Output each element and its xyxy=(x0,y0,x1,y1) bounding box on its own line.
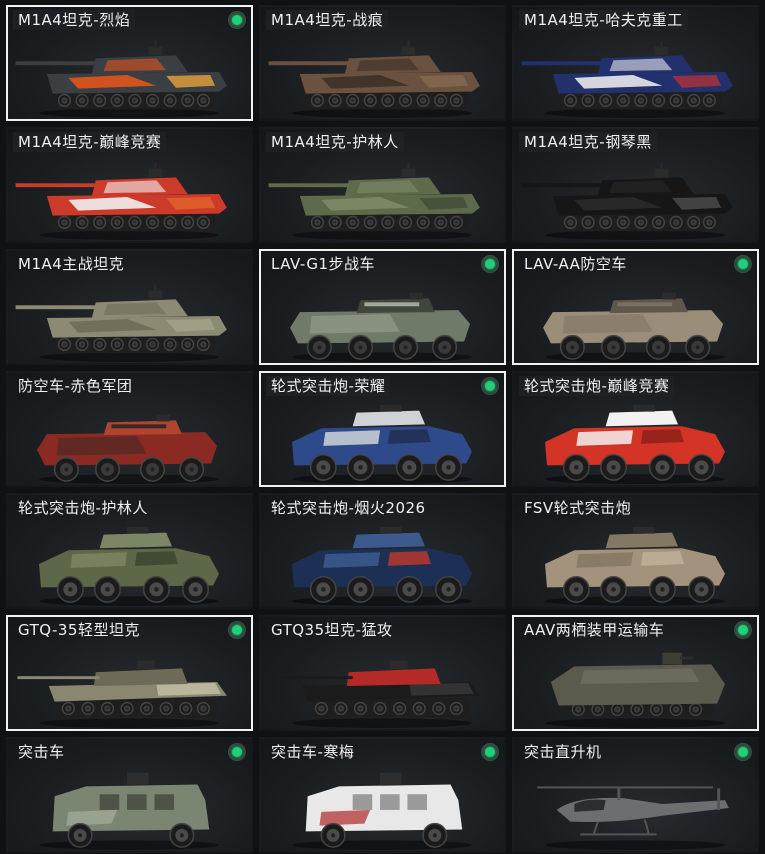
vehicle-name: 防空车-赤色军团 xyxy=(18,377,133,395)
vehicle-card[interactable]: 突击直升机 xyxy=(512,737,759,853)
vehicle-image xyxy=(545,652,726,729)
status-indicator-icon xyxy=(482,744,498,760)
vehicle-card[interactable]: LAV-AA防空车 xyxy=(512,249,759,365)
vehicle-image xyxy=(268,40,480,119)
vehicle-image xyxy=(15,284,227,363)
vehicle-card[interactable]: M1A4坦克-战痕 xyxy=(259,5,506,121)
vehicle-name: GTQ-35轻型坦克 xyxy=(18,621,140,639)
vehicle-card[interactable]: 轮式突击炮-荣耀 xyxy=(259,371,506,487)
vehicle-name: 突击直升机 xyxy=(524,743,602,761)
vehicle-card[interactable]: M1A4坦克-烈焰 xyxy=(6,5,253,121)
status-indicator-icon xyxy=(229,12,245,28)
vehicle-image xyxy=(292,526,473,607)
vehicle-name: 轮式突击炮-烟火2026 xyxy=(271,499,426,517)
vehicle-card[interactable]: AAV两栖装甲运输车 xyxy=(512,615,759,731)
vehicle-name: M1A4坦克-哈夫克重工 xyxy=(519,10,688,30)
vehicle-image xyxy=(545,404,726,485)
status-indicator-icon xyxy=(229,744,245,760)
vehicle-card[interactable]: 轮式突击炮-护林人 xyxy=(6,493,253,609)
vehicle-name: LAV-G1步战车 xyxy=(271,255,376,273)
vehicle-name: 突击车 xyxy=(18,743,65,761)
vehicle-grid: M1A4坦克-烈焰 M1A4坦克-战痕 M1A4坦克-哈夫克重工 M1A4坦克-巅峰竞… xyxy=(0,0,765,854)
vehicle-card[interactable]: LAV-G1步战车 xyxy=(259,249,506,365)
vehicle-card[interactable]: 防空车-赤色军团 xyxy=(6,371,253,487)
vehicle-name: FSV轮式突击炮 xyxy=(524,499,632,517)
status-indicator-icon xyxy=(482,378,498,394)
vehicle-card[interactable]: M1A4坦克-钢琴黑 xyxy=(512,127,759,243)
vehicle-image xyxy=(537,786,729,851)
status-indicator-icon xyxy=(735,622,751,638)
vehicle-name: M1A4坦克-护林人 xyxy=(266,132,404,152)
vehicle-name: 轮式突击炮-荣耀 xyxy=(266,376,391,396)
vehicle-card[interactable]: GTQ-35轻型坦克 xyxy=(6,615,253,731)
vehicle-image xyxy=(17,660,227,729)
vehicle-image xyxy=(290,292,473,363)
vehicle-image xyxy=(270,660,480,729)
vehicle-image xyxy=(292,404,473,485)
vehicle-name: M1A4坦克-战痕 xyxy=(266,10,389,30)
vehicle-image xyxy=(39,526,220,607)
vehicle-image xyxy=(521,40,733,119)
vehicle-name: M1A4坦克-钢琴黑 xyxy=(519,132,657,152)
vehicle-card[interactable]: GTQ35坦克-猛攻 xyxy=(259,615,506,731)
vehicle-image xyxy=(39,772,220,851)
vehicle-card[interactable]: 轮式突击炮-巅峰竞赛 xyxy=(512,371,759,487)
vehicle-card[interactable]: M1A4坦克-护林人 xyxy=(259,127,506,243)
vehicle-image xyxy=(543,292,726,363)
vehicle-name: M1A4坦克-巅峰竞赛 xyxy=(13,132,167,152)
status-indicator-icon xyxy=(735,744,751,760)
vehicle-image xyxy=(292,772,473,851)
vehicle-name: GTQ35坦克-猛攻 xyxy=(271,621,393,639)
vehicle-name: AAV两栖装甲运输车 xyxy=(524,621,665,639)
status-indicator-icon xyxy=(735,256,751,272)
vehicle-name: M1A4主战坦克 xyxy=(18,255,125,273)
vehicle-card[interactable]: 突击车-寒梅 xyxy=(259,737,506,853)
vehicle-image xyxy=(545,526,726,607)
status-indicator-icon xyxy=(229,622,245,638)
vehicle-card[interactable]: 轮式突击炮-烟火2026 xyxy=(259,493,506,609)
vehicle-name: LAV-AA防空车 xyxy=(524,255,627,273)
vehicle-name: M1A4坦克-烈焰 xyxy=(13,10,136,30)
vehicle-image xyxy=(15,40,227,119)
vehicle-card[interactable]: 突击车 xyxy=(6,737,253,853)
vehicle-name: 轮式突击炮-护林人 xyxy=(18,499,148,517)
vehicle-name: 突击车-寒梅 xyxy=(271,743,355,761)
vehicle-image xyxy=(521,162,733,241)
vehicle-name: 轮式突击炮-巅峰竞赛 xyxy=(519,376,675,396)
vehicle-image xyxy=(268,162,480,241)
vehicle-card[interactable]: M1A4坦克-哈夫克重工 xyxy=(512,5,759,121)
status-indicator-icon xyxy=(482,256,498,272)
vehicle-card[interactable]: FSV轮式突击炮 xyxy=(512,493,759,609)
vehicle-card[interactable]: M1A4主战坦克 xyxy=(6,249,253,365)
vehicle-card[interactable]: M1A4坦克-巅峰竞赛 xyxy=(6,127,253,243)
vehicle-image xyxy=(15,162,227,241)
vehicle-image xyxy=(37,414,220,485)
